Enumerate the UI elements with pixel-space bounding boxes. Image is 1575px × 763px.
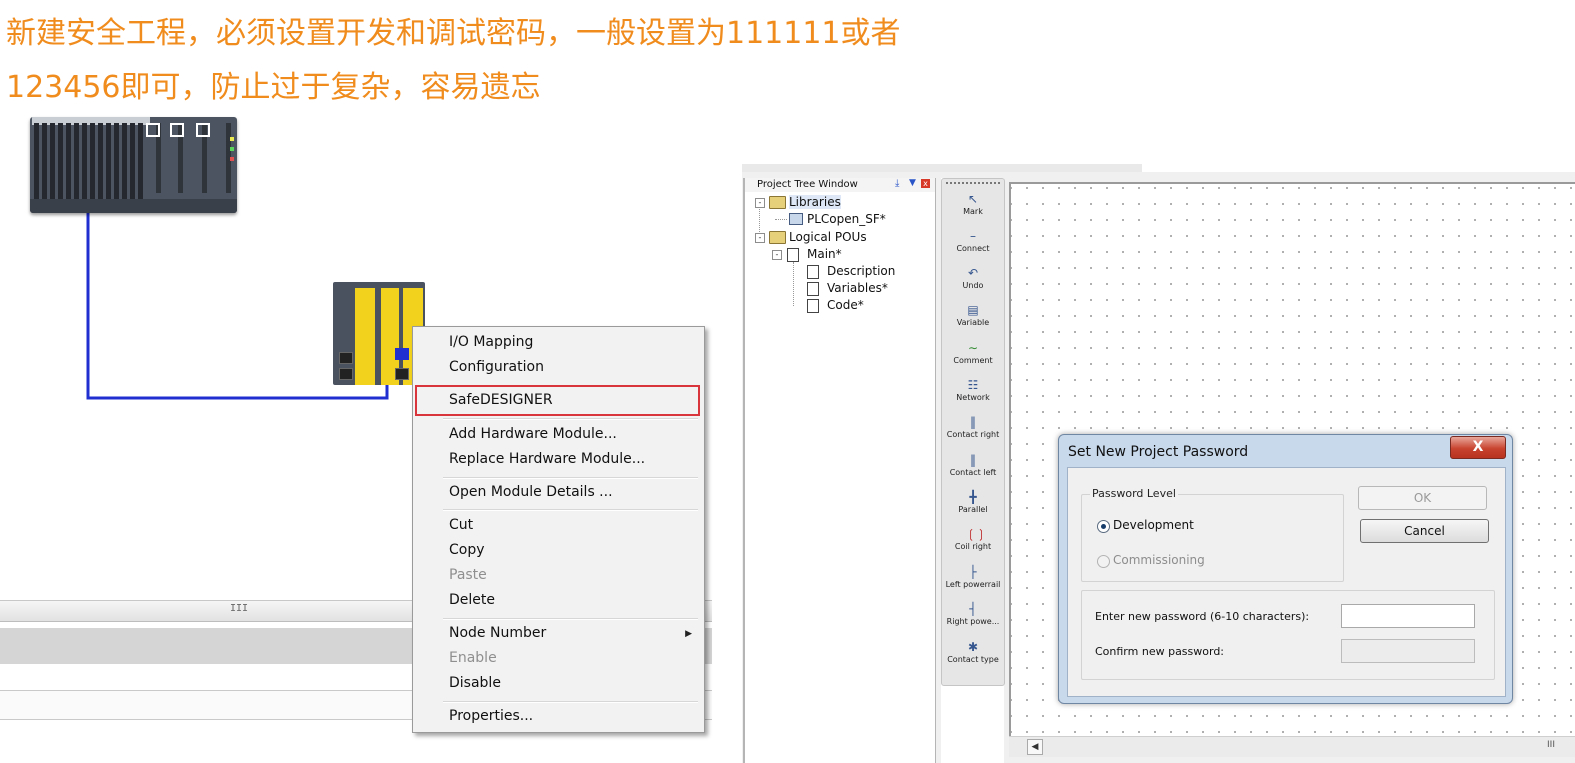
tool-mark[interactable]: ↖ Mark — [942, 193, 1004, 216]
folder-icon — [769, 196, 786, 209]
new-password-input[interactable] — [1341, 604, 1475, 628]
description-icon — [807, 265, 819, 279]
parallel-icon: ╋ — [969, 490, 977, 504]
tree-node-plcopen-sf[interactable]: PLCopen_SF* — [807, 212, 886, 226]
cancel-button[interactable]: Cancel — [1360, 519, 1489, 543]
variables-icon — [807, 282, 819, 296]
tool-contact-type[interactable]: ✱ Contact type — [942, 641, 1004, 664]
tree-node-code[interactable]: Code* — [827, 298, 864, 312]
confirm-password-input[interactable] — [1341, 639, 1475, 663]
dialog-body: Password Level Development Commissioning… — [1067, 467, 1506, 697]
tree-node-main[interactable]: Main* — [807, 247, 842, 261]
connect-icon: – — [970, 229, 976, 243]
menu-item-safedesigner[interactable]: SafeDESIGNER — [449, 392, 553, 408]
library-icon — [789, 213, 803, 225]
scroll-grip-icon: III — [1547, 740, 1555, 750]
project-tree-window: Project Tree Window ⤓ ▼ x - Libraries PL… — [743, 178, 936, 763]
radio-commissioning[interactable] — [1097, 555, 1110, 568]
menu-item-cut[interactable]: Cut — [449, 517, 473, 533]
confirm-password-label: Confirm new password: — [1095, 645, 1225, 658]
menu-item-properties[interactable]: Properties... — [449, 708, 533, 724]
comment-icon: ∼ — [967, 341, 979, 355]
tool-contact-left[interactable]: ‖ Contact left — [942, 454, 1004, 477]
heading-line-1: 新建安全工程，必须设置开发和调试密码，一般设置为111111或者 — [6, 16, 901, 51]
pin-icon[interactable]: ⤓ — [895, 178, 899, 189]
tool-contact-right[interactable]: ‖ Contact right — [942, 416, 1004, 439]
menu-item-delete[interactable]: Delete — [449, 592, 495, 608]
set-password-dialog: Set New Project Password X Password Leve… — [1058, 434, 1513, 704]
pointer-icon: ↖ — [967, 192, 979, 206]
collapse-icon[interactable]: - — [755, 198, 765, 208]
tool-comment[interactable]: ∼ Comment — [942, 342, 1004, 365]
menu-item-node-number[interactable]: Node Number — [449, 625, 546, 641]
tool-left-powerrail[interactable]: ├ Left powerrail — [942, 566, 1004, 589]
plc-controller-image[interactable] — [30, 117, 237, 213]
dialog-title: Set New Project Password — [1068, 444, 1249, 460]
ok-button[interactable]: OK — [1358, 486, 1487, 510]
radio-development-label[interactable]: Development — [1113, 518, 1194, 532]
menu-item-disable[interactable]: Disable — [449, 675, 501, 691]
window-top-strip — [742, 164, 1142, 172]
menu-item-replace-hardware-module[interactable]: Replace Hardware Module... — [449, 451, 645, 467]
menu-item-io-mapping[interactable]: I/O Mapping — [449, 334, 533, 350]
menu-item-configuration[interactable]: Configuration — [449, 359, 544, 375]
heading-line-2: 123456即可，防止过于复杂，容易遗忘 — [6, 70, 541, 105]
dialog-close-button[interactable]: X — [1450, 436, 1506, 459]
variable-icon: ▤ — [967, 303, 979, 317]
slot-marker — [196, 123, 210, 137]
collapse-icon[interactable]: - — [755, 233, 765, 243]
tree-node-logical-pous[interactable]: Logical POUs — [789, 230, 867, 244]
slot-marker — [146, 123, 160, 137]
tree-node-libraries[interactable]: Libraries — [789, 195, 841, 209]
tool-parallel[interactable]: ╋ Parallel — [942, 491, 1004, 514]
canvas-horizontal-scrollbar[interactable]: ◀ III — [1009, 736, 1575, 757]
contact-right-icon: ‖ — [970, 415, 976, 429]
password-level-group: Password Level Development Commissioning — [1081, 487, 1344, 582]
tool-connect[interactable]: – Connect — [942, 230, 1004, 253]
project-tree-title: Project Tree Window — [757, 179, 858, 190]
project-tree-title-bar: Project Tree Window ⤓ ▼ x — [745, 178, 935, 192]
tree-node-description[interactable]: Description — [827, 264, 895, 278]
radio-commissioning-label[interactable]: Commissioning — [1113, 553, 1205, 567]
submenu-arrow-icon: ▶ — [685, 629, 692, 639]
new-password-label: Enter new password (6-10 characters): — [1095, 610, 1310, 623]
folder-icon — [769, 231, 786, 244]
right-powerrail-icon: ┤ — [969, 602, 977, 616]
tool-variable[interactable]: ▤ Variable — [942, 304, 1004, 327]
password-level-label: Password Level — [1090, 487, 1178, 500]
undo-icon: ↶ — [967, 266, 979, 280]
menu-item-add-hardware-module[interactable]: Add Hardware Module... — [449, 426, 617, 442]
tool-coil-right[interactable]: ❲❳ Coil right — [942, 528, 1004, 551]
tool-undo[interactable]: ↶ Undo — [942, 267, 1004, 290]
contact-left-icon: ‖ — [970, 453, 976, 467]
context-menu: I/O Mapping Configuration SafeDESIGNER A… — [412, 326, 705, 733]
menu-item-copy[interactable]: Copy — [449, 542, 485, 558]
coil-icon: ❲❳ — [966, 527, 987, 541]
tree-node-variables[interactable]: Variables* — [827, 281, 888, 295]
left-powerrail-icon: ├ — [969, 565, 977, 579]
contact-type-icon: ✱ — [967, 640, 979, 654]
menu-item-open-module-details[interactable]: Open Module Details ... — [449, 484, 613, 500]
program-icon — [787, 248, 799, 262]
tool-right-powerrail[interactable]: ┤ Right powe... — [942, 603, 1004, 626]
slot-marker — [170, 123, 184, 137]
dropdown-arrow-icon[interactable]: ▼ — [909, 178, 916, 188]
code-icon — [807, 299, 819, 313]
close-icon[interactable]: x — [921, 179, 930, 188]
menu-item-paste[interactable]: Paste — [449, 567, 487, 583]
scroll-left-icon[interactable]: ◀ — [1027, 739, 1043, 755]
toolbox: ↖ Mark – Connect ↶ Undo ▤ Variable ∼ Comment … — [941, 178, 1005, 763]
network-icon: ☷ — [967, 378, 979, 392]
tool-network[interactable]: ☷ Network — [942, 379, 1004, 402]
radio-development[interactable] — [1097, 520, 1110, 533]
menu-item-enable[interactable]: Enable — [449, 650, 497, 666]
collapse-icon[interactable]: - — [772, 250, 782, 260]
password-fields-group: Enter new password (6-10 characters): Co… — [1081, 590, 1495, 680]
